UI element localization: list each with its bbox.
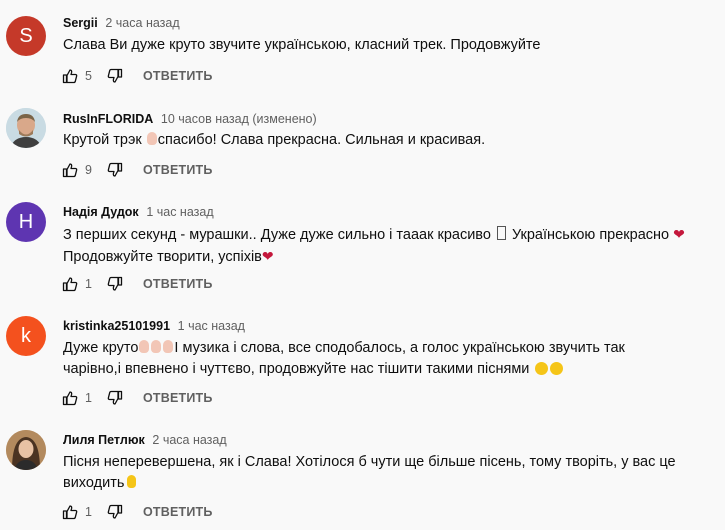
avatar-letter: H [18, 210, 34, 233]
thumbs-up-icon [62, 163, 78, 178]
comment-text-part: І музика і слова, все сподобалось, а гол… [174, 340, 625, 356]
comment-actions: 1 ОТВЕТИТЬ [60, 386, 213, 410]
comment-time[interactable]: 2 часа назад [152, 433, 226, 447]
like-button[interactable] [60, 274, 80, 294]
comment-actions: 5 ОТВЕТИТЬ [60, 64, 213, 88]
like-count: 5 [85, 69, 92, 83]
comment-text: Слава Ви дуже круто звучите українською,… [63, 37, 541, 53]
like-count: 1 [85, 391, 92, 405]
comment-text-part: Крутой трэк [63, 132, 142, 148]
like-button[interactable] [60, 388, 80, 408]
thumbs-up-icon [62, 277, 78, 292]
thumbs-up-icon [62, 391, 78, 406]
comment-text-part: Дуже круто [63, 340, 139, 356]
reply-button[interactable]: ОТВЕТИТЬ [143, 505, 213, 519]
author-name[interactable]: kristinka25101991 [63, 319, 170, 333]
like-count: 1 [85, 277, 92, 291]
clapping-hands-emoji-icon [139, 340, 150, 353]
comment-meta: Надія Дудок 1 час назад [63, 204, 214, 220]
dislike-button[interactable] [105, 66, 125, 86]
comment-text-part: Пісня неперевершена, як і Слава! Хотілос… [63, 454, 676, 470]
comment-text-part: виходить [63, 474, 125, 491]
clapping-hands-emoji-icon [151, 340, 162, 353]
comment-meta: kristinka25101991 1 час назад [63, 318, 245, 334]
avatar[interactable]: k [6, 316, 46, 356]
thumbs-up-icon [62, 505, 78, 520]
smiling-face-emoji-icon [535, 361, 549, 375]
avatar[interactable]: S [6, 16, 46, 56]
avatar-letter: S [19, 24, 33, 47]
reply-button[interactable]: ОТВЕТИТЬ [143, 391, 213, 405]
thumbs-down-icon [107, 276, 123, 291]
like-count: 9 [85, 163, 92, 177]
avatar[interactable] [6, 108, 46, 148]
like-count: 1 [85, 505, 92, 519]
thumbs-up-icon [62, 69, 78, 84]
raised-hand-emoji-icon [127, 474, 137, 488]
comment-time[interactable]: 10 часов назад (изменено) [161, 112, 317, 126]
comment-time[interactable]: 2 часа назад [105, 16, 179, 30]
comment-text-part: Продовжуйте творити, успіхів [63, 248, 262, 265]
thumbs-down-icon [107, 504, 123, 519]
dislike-button[interactable] [105, 160, 125, 180]
waving-hand-emoji-icon [146, 132, 157, 145]
comment-text: Крутой трэк спасибо! Слава прекрасна. Си… [63, 130, 703, 151]
reply-button[interactable]: ОТВЕТИТЬ [143, 163, 213, 177]
like-button[interactable] [60, 502, 80, 522]
author-name[interactable]: Лиля Петлюк [63, 433, 145, 447]
dislike-button[interactable] [105, 502, 125, 522]
author-name[interactable]: Sergii [63, 16, 98, 30]
heart-emoji-icon: ❤ [261, 247, 274, 264]
comment-meta: Лиля Петлюк 2 часа назад [63, 432, 227, 448]
like-button[interactable] [60, 66, 80, 86]
user-photo-icon [6, 108, 46, 148]
comment-text: Пісня неперевершена, як і Слава! Хотілос… [63, 452, 703, 493]
avatar-letter: k [21, 324, 31, 347]
comment-text-part: Українською прекрасно [511, 227, 670, 243]
comment-text-part: спасибо! Слава прекрасна. Сильная и крас… [157, 132, 486, 148]
reply-button[interactable]: ОТВЕТИТЬ [143, 277, 213, 291]
avatar[interactable]: H [6, 202, 46, 242]
clapping-hands-emoji-icon [163, 340, 174, 353]
comment-actions: 9 ОТВЕТИТЬ [60, 158, 213, 182]
comment-text: З перших секунд - мурашки.. Дуже дуже си… [63, 224, 703, 267]
comment-text: Дуже круто І музика і слова, все сподобал… [63, 338, 703, 379]
comment-actions: 1 ОТВЕТИТЬ [60, 272, 213, 296]
comment-time[interactable]: 1 час назад [178, 319, 245, 333]
thumbs-down-icon [107, 390, 123, 405]
comment-time[interactable]: 1 час назад [146, 205, 213, 219]
like-button[interactable] [60, 160, 80, 180]
author-name[interactable]: RusInFLORIDA [63, 112, 153, 126]
comment-actions: 1 ОТВЕТИТЬ [60, 500, 213, 524]
unsupported-glyph-icon [496, 226, 506, 240]
comment-text-part: З перших секунд - мурашки.. Дуже дуже си… [63, 227, 491, 243]
heart-emoji-icon: ❤ [673, 226, 685, 242]
dislike-button[interactable] [105, 274, 125, 294]
thumbs-down-icon [107, 68, 123, 83]
thumbs-down-icon [107, 162, 123, 177]
comment-meta: RusInFLORIDA 10 часов назад (изменено) [63, 111, 317, 127]
avatar[interactable] [6, 430, 46, 470]
user-photo-icon [6, 430, 46, 470]
comment-meta: Sergii 2 часа назад [63, 15, 180, 31]
reply-button[interactable]: ОТВЕТИТЬ [143, 69, 213, 83]
astonished-face-emoji-icon [550, 361, 564, 375]
author-name[interactable]: Надія Дудок [63, 205, 139, 219]
dislike-button[interactable] [105, 388, 125, 408]
comment-text-part: чарівно,і впевнено і чуттєво, продовжуйт… [63, 360, 530, 377]
